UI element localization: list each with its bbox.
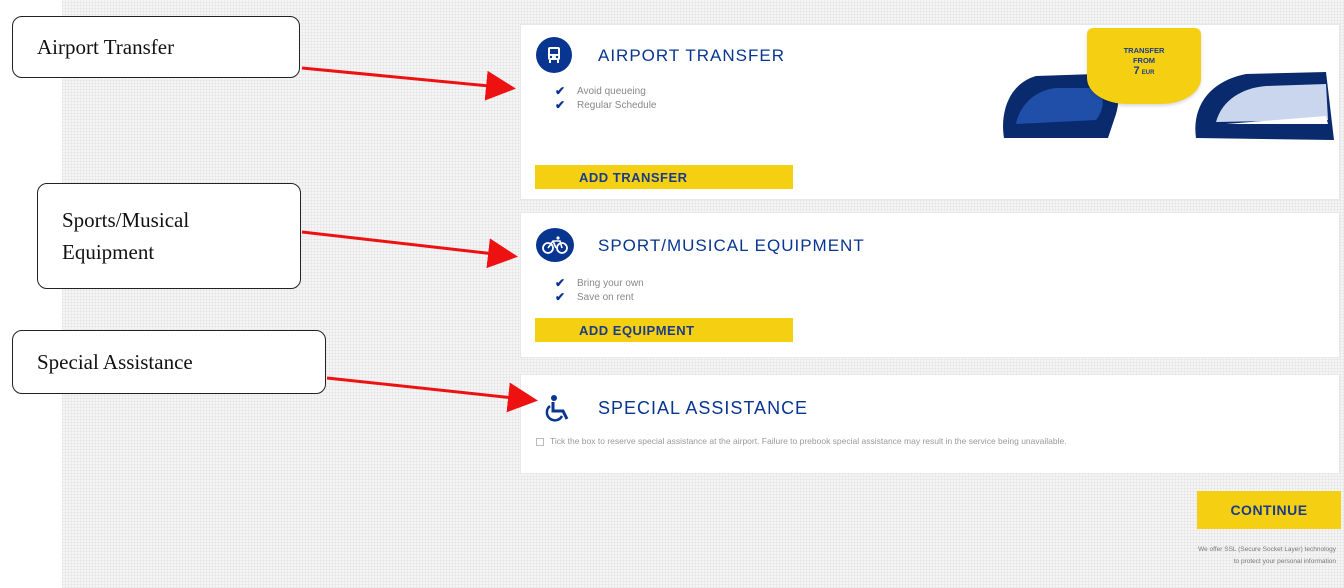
annotation-arrows (301, 66, 538, 413)
equipment-arrow (301, 230, 518, 269)
assistance-arrow (326, 376, 538, 413)
transfer-arrow (301, 66, 516, 101)
